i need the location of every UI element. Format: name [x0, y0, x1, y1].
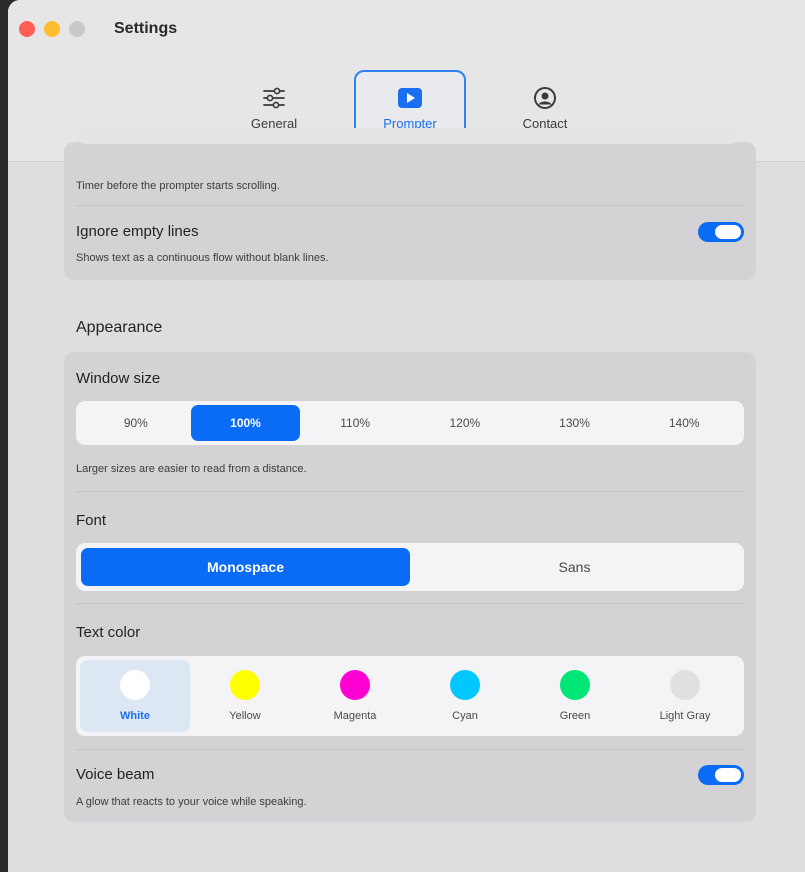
appearance-heading: Appearance: [76, 319, 163, 336]
divider: [76, 205, 744, 206]
color-option-magenta[interactable]: Magenta: [300, 660, 410, 732]
window-size-option[interactable]: 140%: [629, 405, 739, 441]
close-window-button[interactable]: [19, 21, 35, 37]
window-size-segmented-control: 90% 100% 110% 120% 130% 140%: [76, 401, 744, 445]
timer-field[interactable]: [76, 128, 740, 144]
font-option[interactable]: Sans: [410, 548, 739, 586]
divider: [76, 749, 744, 750]
color-option-label: White: [120, 710, 150, 722]
yellow-swatch: [230, 670, 260, 700]
magenta-swatch: [340, 670, 370, 700]
prompter-settings-content: Timer before the prompter starts scrolli…: [8, 128, 805, 872]
divider: [76, 491, 744, 492]
window-size-option[interactable]: 90%: [81, 405, 191, 441]
voice-beam-description: A glow that reacts to your voice while s…: [76, 796, 307, 808]
minimize-window-button[interactable]: [44, 21, 60, 37]
color-option-white[interactable]: White: [80, 660, 190, 732]
font-option-selected[interactable]: Monospace: [81, 548, 410, 586]
toggle-knob: [715, 768, 741, 782]
ignore-empty-lines-description: Shows text as a continuous flow without …: [76, 252, 329, 264]
light-gray-swatch: [670, 670, 700, 700]
window-size-label: Window size: [76, 370, 161, 387]
window-size-option-selected[interactable]: 100%: [190, 405, 301, 441]
color-option-label: Green: [559, 710, 591, 722]
white-swatch: [120, 670, 150, 700]
voice-beam-toggle[interactable]: [698, 765, 744, 785]
green-swatch: [560, 670, 590, 700]
text-color-picker: White Yellow Magenta Cyan Green Light Gr…: [76, 656, 744, 736]
font-label: Font: [76, 512, 107, 529]
color-option-cyan[interactable]: Cyan: [410, 660, 520, 732]
color-option-label: Yellow: [229, 710, 261, 722]
color-option-green[interactable]: Green: [520, 660, 630, 732]
ignore-empty-lines-toggle[interactable]: [698, 222, 744, 242]
sliders-icon: [261, 85, 287, 111]
window-size-option[interactable]: 130%: [520, 405, 630, 441]
timer-description: Timer before the prompter starts scrolli…: [76, 180, 280, 192]
window-size-option[interactable]: 120%: [410, 405, 520, 441]
color-option-light-gray[interactable]: Light Gray: [630, 660, 740, 732]
window-size-option[interactable]: 110%: [300, 405, 410, 441]
zoom-window-button[interactable]: [69, 21, 85, 37]
person-circle-icon: [532, 85, 558, 111]
font-segmented-control: Monospace Sans: [76, 543, 744, 591]
behavior-card: Timer before the prompter starts scrolli…: [64, 128, 756, 280]
window-title: Settings: [114, 20, 178, 37]
settings-window: Settings General Prompter Contact Timer …: [8, 0, 805, 872]
text-color-label: Text color: [76, 624, 141, 641]
cyan-swatch: [450, 670, 480, 700]
window-size-description: Larger sizes are easier to read from a d…: [76, 463, 307, 475]
window-controls: [19, 21, 85, 37]
play-icon: [397, 85, 423, 111]
divider: [76, 603, 744, 604]
color-option-label: Light Gray: [659, 710, 711, 722]
voice-beam-label: Voice beam: [76, 766, 155, 783]
color-option-label: Cyan: [452, 710, 478, 722]
appearance-card: Window size 90% 100% 110% 120% 130% 140%…: [64, 352, 756, 822]
toggle-knob: [715, 225, 741, 239]
color-option-yellow[interactable]: Yellow: [190, 660, 300, 732]
ignore-empty-lines-label: Ignore empty lines: [76, 223, 199, 240]
color-option-label: Magenta: [333, 710, 377, 722]
